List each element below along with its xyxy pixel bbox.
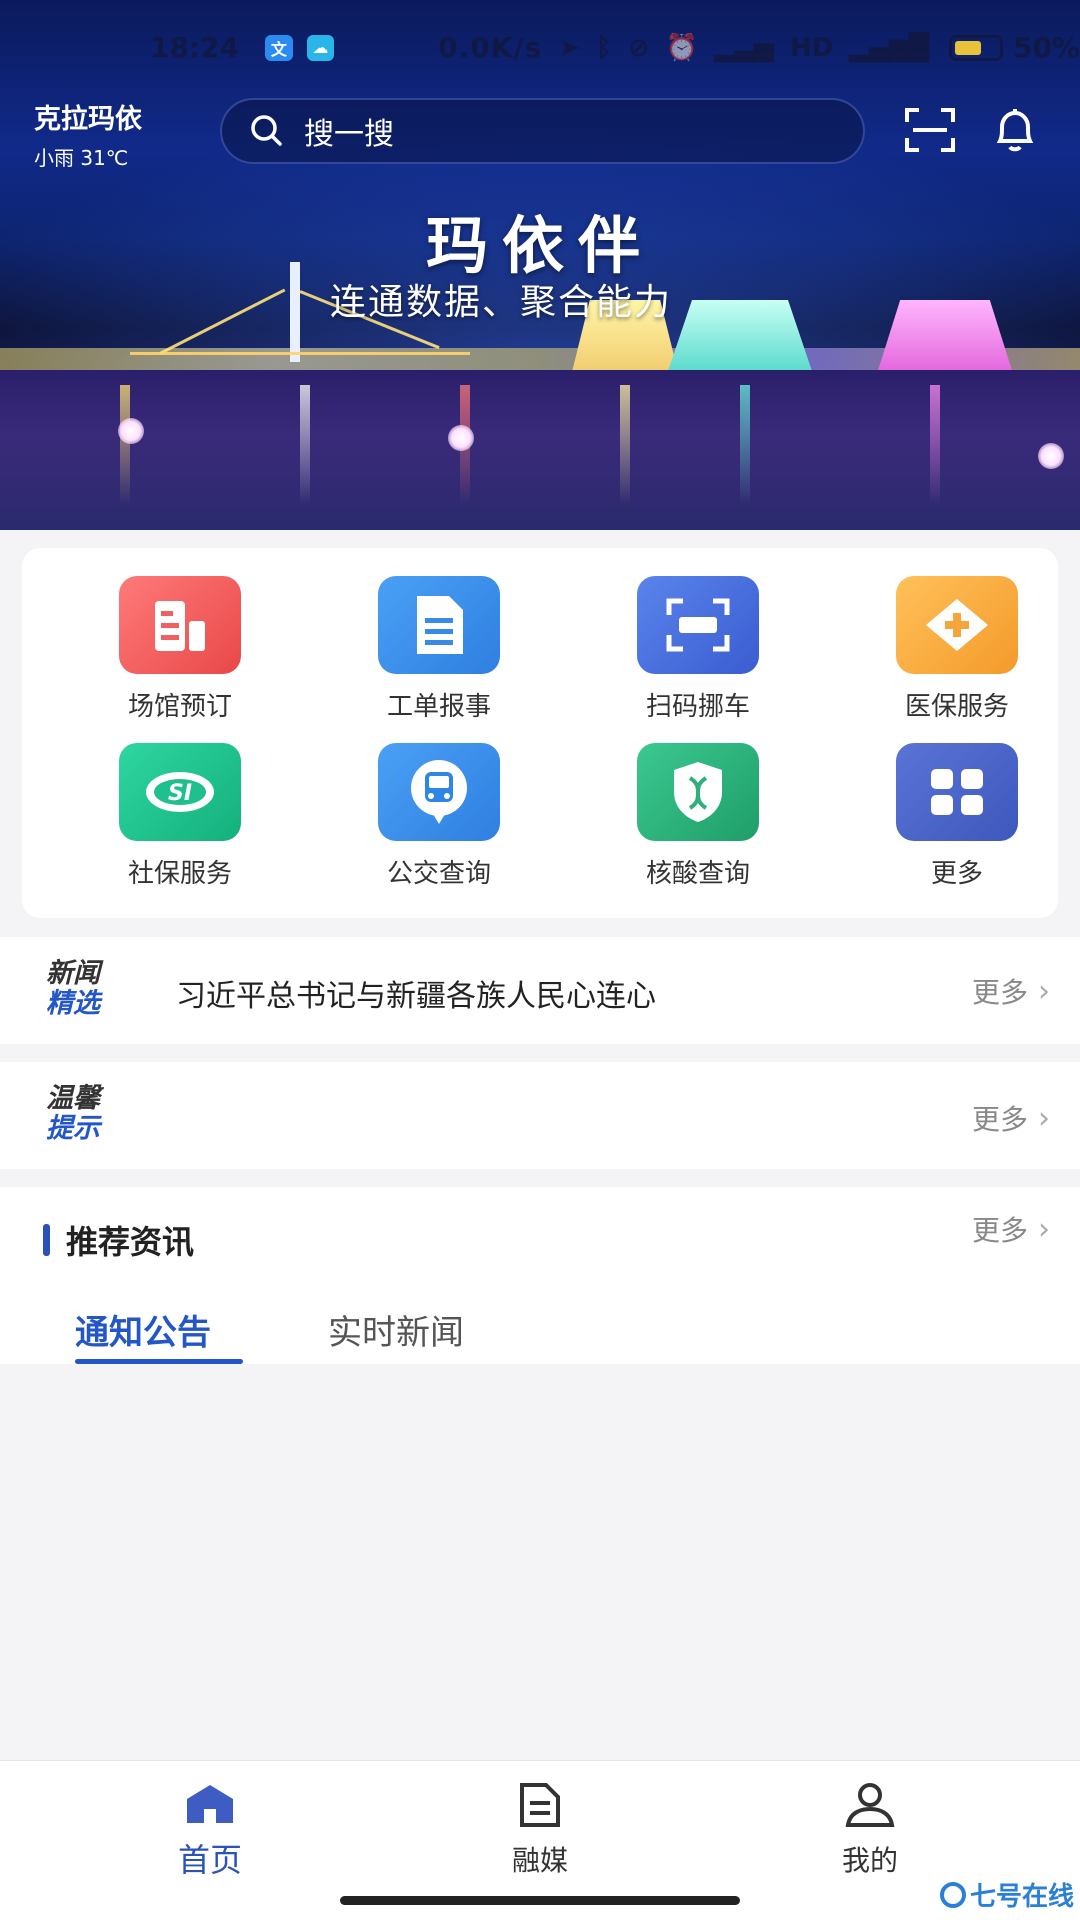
nav-media[interactable]: 融媒	[440, 1781, 640, 1879]
service-social-security[interactable]: SI 社保服务	[80, 743, 280, 893]
svg-text:SI: SI	[168, 781, 192, 806]
battery-icon	[949, 34, 1003, 61]
tab-realtime-news[interactable]: 实时新闻	[328, 1305, 464, 1354]
medical-plus-icon	[896, 576, 1018, 674]
nav-label: 首页	[177, 1841, 242, 1879]
service-label: 扫码挪车	[645, 692, 750, 722]
nav-label: 我的	[841, 1844, 898, 1877]
news-tag-line2: 精选	[46, 988, 100, 1019]
tips-row[interactable]: 温馨 提示 更多 ›	[0, 1062, 1080, 1169]
chevron-right-icon: ›	[1038, 973, 1050, 1009]
location-arrow-icon: ➤	[558, 32, 581, 63]
hd-icon: HD	[789, 32, 834, 63]
search-placeholder: 搜一搜	[304, 117, 394, 152]
banner-title: 玛依伴	[425, 209, 654, 282]
tips-tag-line2: 提示	[46, 1113, 100, 1144]
user-icon	[844, 1783, 896, 1833]
water-reflection	[740, 385, 750, 505]
signal-icon: ▂▃▅	[713, 32, 774, 63]
service-label: 核酸查询	[645, 859, 750, 889]
service-scan-move-car[interactable]: 扫码挪车	[598, 576, 798, 726]
bus-icon	[378, 743, 500, 841]
more-label: 更多	[971, 1214, 1028, 1247]
watermark-text: 七号在线	[969, 1882, 1074, 1912]
nav-label: 融媒	[511, 1844, 568, 1877]
watermark: 七号在线	[939, 1876, 1074, 1913]
service-label: 公交查询	[386, 859, 491, 889]
tips-more-link[interactable]: 更多 ›	[972, 1098, 1050, 1138]
nav-mine[interactable]: 我的	[770, 1781, 970, 1879]
mute-icon: ⊘	[627, 32, 650, 63]
city-name: 克拉玛依	[34, 104, 142, 135]
service-venue-booking[interactable]: 场馆预订	[80, 576, 280, 726]
recommend-more-link[interactable]: 更多 ›	[972, 1209, 1050, 1249]
watermark-logo	[939, 1881, 966, 1908]
media-doc-icon	[516, 1783, 564, 1833]
weather-text: 小雨 31℃	[34, 146, 129, 170]
section-accent-bar	[43, 1224, 50, 1256]
service-work-order[interactable]: 工单报事	[339, 576, 539, 726]
service-label: 更多	[930, 859, 983, 889]
scan-icon	[637, 576, 759, 674]
lamp	[118, 418, 144, 444]
more-label: 更多	[971, 1103, 1028, 1136]
dna-shield-icon	[637, 743, 759, 841]
recommended-section: 推荐资讯 更多 › 通知公告 实时新闻	[0, 1187, 1080, 1364]
lamp	[448, 425, 474, 451]
scan-icon[interactable]	[905, 108, 955, 156]
top-bar: 克拉玛依 小雨 31℃ 搜一搜	[0, 95, 1080, 170]
more-label: 更多	[971, 976, 1028, 1009]
banner-subtitle: 连通数据、聚合能力	[330, 282, 673, 323]
water-reflection	[620, 385, 630, 505]
service-label: 社保服务	[127, 859, 232, 889]
tips-tag-logo: 温馨 提示	[46, 1084, 100, 1144]
signal-4g-icon: ▂▄▆█	[849, 32, 930, 63]
tab-notices[interactable]: 通知公告	[75, 1305, 211, 1354]
status-net-speed: 0.0K/s	[438, 31, 543, 64]
news-more-link[interactable]: 更多 ›	[972, 971, 1050, 1011]
water-reflection	[930, 385, 940, 505]
translate-app-icon: 文	[265, 34, 293, 61]
location-weather[interactable]: 克拉玛依 小雨 31℃	[34, 97, 142, 171]
chevron-right-icon: ›	[1038, 1100, 1050, 1136]
bell-icon[interactable]	[990, 105, 1040, 159]
water	[0, 370, 1080, 530]
bluetooth-icon: ᛒ	[596, 32, 612, 63]
active-tab-indicator	[75, 1359, 243, 1364]
bridge-deck	[130, 352, 470, 355]
service-label: 工单报事	[386, 692, 491, 722]
service-bus-query[interactable]: 公交查询	[339, 743, 539, 893]
social-security-icon: SI	[119, 743, 241, 841]
home-indicator[interactable]	[340, 1896, 740, 1905]
lamp	[1038, 443, 1064, 469]
service-grid: 场馆预订 工单报事 扫码挪车 医保服务 SI 社保服务 公交查询 核酸查询 更多	[22, 548, 1058, 918]
service-label: 场馆预订	[127, 692, 232, 722]
section-title: 推荐资讯	[66, 1223, 195, 1261]
status-bar: 18:24 文 ☁ 0.0K/s ➤ ᛒ ⊘ ⏰ ▂▃▅ HD ▂▄▆█ 50%	[0, 0, 1080, 95]
news-tag-logo: 新闻 精选	[46, 959, 100, 1019]
chevron-right-icon: ›	[1038, 1211, 1050, 1247]
document-icon	[378, 576, 500, 674]
news-featured-row[interactable]: 新闻 精选 习近平总书记与新疆各族人民心连心 更多 ›	[0, 937, 1080, 1044]
home-icon	[183, 1785, 237, 1829]
cloud-app-icon: ☁	[306, 34, 335, 61]
service-label: 医保服务	[904, 692, 1009, 722]
service-more[interactable]: 更多	[857, 743, 1057, 893]
alarm-icon: ⏰	[665, 32, 698, 63]
nav-home[interactable]: 首页	[110, 1781, 310, 1881]
news-tag-line1: 新闻	[46, 958, 100, 989]
news-headline[interactable]: 习近平总书记与新疆各族人民心连心	[176, 971, 656, 1015]
battery-percent: 50%	[1012, 31, 1080, 64]
search-input[interactable]: 搜一搜	[220, 98, 865, 164]
service-nucleic-acid-query[interactable]: 核酸查询	[598, 743, 798, 893]
water-reflection	[120, 385, 130, 505]
tips-tag-line1: 温馨	[46, 1083, 100, 1114]
search-icon	[250, 114, 284, 148]
grid-icon	[896, 743, 1018, 841]
water-reflection	[300, 385, 310, 505]
building-icon	[119, 576, 241, 674]
service-medical-insurance[interactable]: 医保服务	[857, 576, 1057, 726]
status-time: 18:24	[150, 31, 240, 64]
